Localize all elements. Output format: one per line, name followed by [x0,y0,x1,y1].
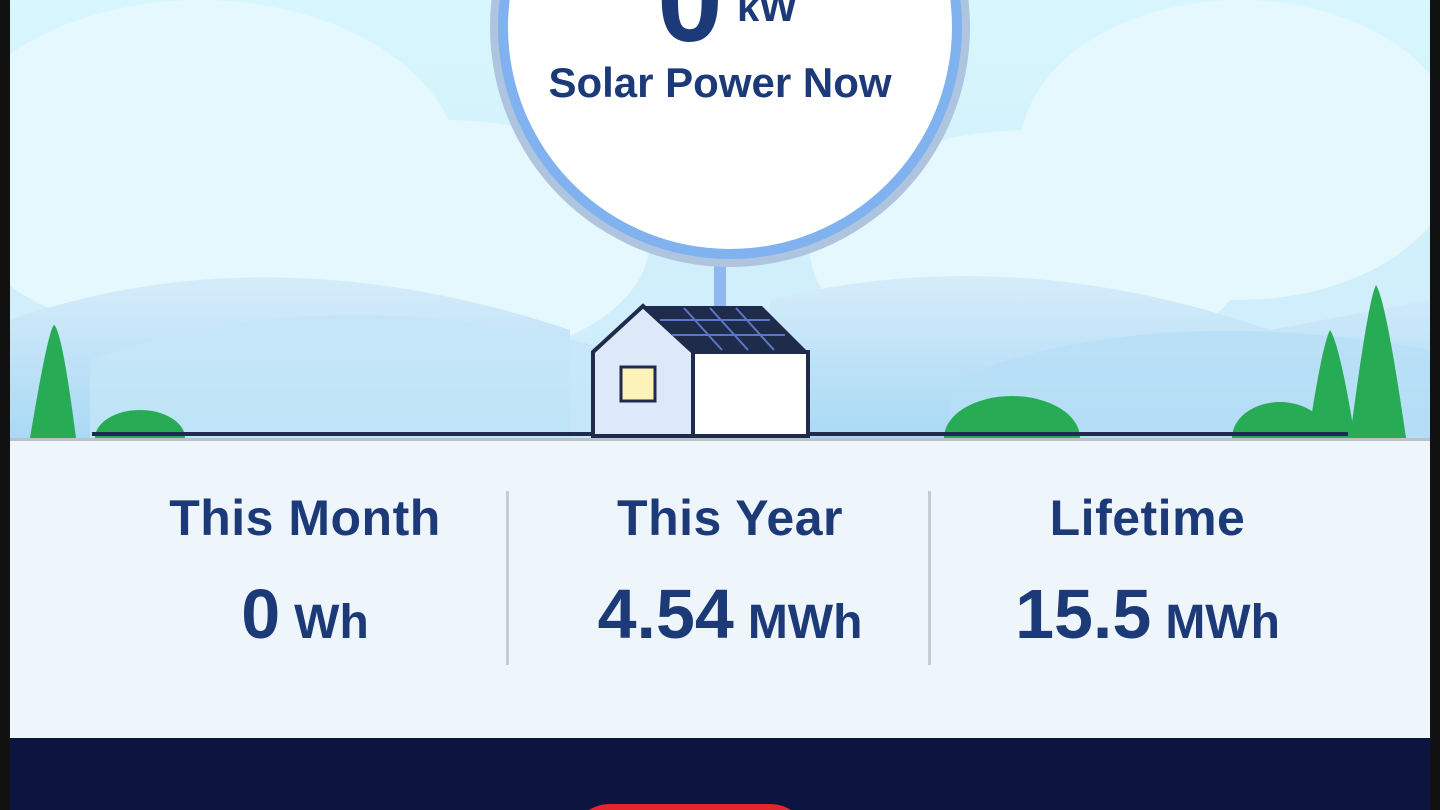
divider [928,491,931,665]
stat-value: 0 Wh [241,575,369,653]
stat-this-year[interactable]: This Year 4.54 MWh [550,493,910,649]
bottom-bar [10,738,1430,810]
stat-value: 15.5 MWh [1015,575,1280,653]
stat-label: This Month [169,490,441,546]
energy-stats-panel: This Month 0 Wh This Year 4.54 MWh Lifetim… [10,438,1430,741]
house-icon [591,303,810,438]
stat-label: Lifetime [1049,490,1246,546]
stat-value: 4.54 MWh [597,575,863,653]
stat-this-month[interactable]: This Month 0 Wh [160,493,450,649]
solar-scene: 0 kW Solar Power Now [10,0,1430,438]
stat-label: This Year [617,490,843,546]
solar-now-unit: kW [737,0,797,30]
solar-now-value: 0 [657,0,723,67]
stat-lifetime[interactable]: Lifetime 15.5 MWh [975,493,1320,649]
divider [506,491,509,665]
solar-now-label: Solar Power Now [548,59,892,106]
app-screen: 0 kW Solar Power Now This Month 0 Wh This… [10,0,1430,810]
action-button[interactable] [570,804,810,810]
